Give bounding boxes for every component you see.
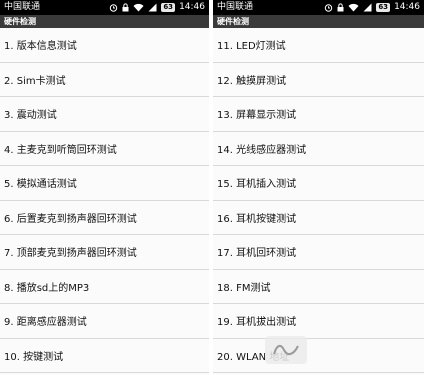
watermark-logo [265, 336, 307, 364]
list-item-headset-insert[interactable]: 15. 耳机插入测试 [213, 166, 424, 201]
status-bar: 中国联通 63 14:46 [0, 0, 209, 15]
list-item-label: 17. 耳机回环测试 [217, 248, 297, 260]
list-item-label: 13. 屏幕显示测试 [217, 110, 297, 122]
status-clock: 14:46 [179, 2, 205, 12]
list-item-label: 14. 光线感应器测试 [217, 144, 307, 156]
page-title: 硬件检测 [0, 15, 209, 28]
list-item-headset-loop[interactable]: 17. 耳机回环测试 [213, 235, 424, 270]
list-item-sim-card[interactable]: 2. Sim卡测试 [0, 63, 209, 97]
list-item-label: 1. 版本信息测试 [4, 41, 77, 53]
list-item-label: 6. 后置麦克到扬声器回环测试 [4, 213, 137, 225]
list-item-label: 12. 触摸屏测试 [217, 75, 287, 87]
list-item-headset-key[interactable]: 16. 耳机按键测试 [213, 201, 424, 235]
list-item-label: 8. 播放sd上的MP3 [4, 282, 90, 294]
list-item-headset-remove[interactable]: 19. 耳机拔出测试 [213, 304, 424, 339]
list-item-label: 19. 耳机拔出测试 [217, 317, 297, 329]
wifi-icon [348, 3, 359, 12]
list-item-label: 2. Sim卡测试 [4, 75, 66, 87]
list-item-play-sd-mp3[interactable]: 8. 播放sd上的MP3 [0, 270, 209, 304]
list-item-label: 11. LED灯测试 [217, 41, 286, 53]
phone-screen-right: 中国联通 63 14:46 硬件检测 11. LED灯测试 12. 触摸屏测试 … [213, 0, 424, 375]
list-item-label: 7. 顶部麦克到扬声器回环测试 [4, 248, 137, 260]
carrier-label: 中国联通 [4, 2, 41, 12]
lock-icon [122, 3, 129, 12]
list-item-version-info[interactable]: 1. 版本信息测试 [0, 28, 209, 63]
list-item-key-test[interactable]: 10. 按键测试 [0, 339, 209, 373]
status-clock: 14:46 [394, 2, 420, 12]
list-item-label: 5. 模拟通话测试 [4, 179, 77, 191]
list-item-label: 16. 耳机按键测试 [217, 213, 297, 225]
list-item-vibration[interactable]: 3. 震动测试 [0, 97, 209, 132]
battery-level: 63 [161, 3, 176, 12]
alarm-clock-icon [109, 3, 118, 12]
lock-icon [337, 3, 344, 12]
list-item-fm[interactable]: 18. FM测试 [213, 270, 424, 304]
list-item-simulated-call[interactable]: 5. 模拟通话测试 [0, 166, 209, 201]
alarm-clock-icon [324, 3, 333, 12]
carrier-label: 中国联通 [217, 2, 254, 12]
list-item-top-mic-speaker-loop[interactable]: 7. 顶部麦克到扬声器回环测试 [0, 235, 209, 270]
status-bar: 中国联通 63 14:46 [213, 0, 424, 15]
list-item-wlan-address[interactable]: 20. WLAN 地址 [213, 339, 424, 373]
list-item-screen-display[interactable]: 13. 屏幕显示测试 [213, 97, 424, 132]
test-list: 11. LED灯测试 12. 触摸屏测试 13. 屏幕显示测试 14. 光线感应… [213, 28, 424, 373]
list-item-label: 15. 耳机插入测试 [217, 179, 297, 191]
list-item-label: 18. FM测试 [217, 282, 271, 294]
list-item-label: 10. 按键测试 [4, 351, 64, 363]
list-item-light-sensor[interactable]: 14. 光线感应器测试 [213, 132, 424, 166]
wifi-icon [133, 3, 144, 12]
signal-icon [363, 3, 372, 12]
battery-level: 63 [376, 3, 391, 12]
list-item-main-mic-receiver-loop[interactable]: 4. 主麦克到听筒回环测试 [0, 132, 209, 166]
signal-icon [148, 3, 157, 12]
page-title: 硬件检测 [213, 15, 424, 28]
test-list: 1. 版本信息测试 2. Sim卡测试 3. 震动测试 4. 主麦克到听筒回环测… [0, 28, 209, 373]
list-item-label: 9. 距离感应器测试 [4, 317, 87, 329]
list-item-label: 3. 震动测试 [4, 110, 57, 122]
list-item-led[interactable]: 11. LED灯测试 [213, 28, 424, 63]
list-item-rear-mic-speaker-loop[interactable]: 6. 后置麦克到扬声器回环测试 [0, 201, 209, 235]
phone-screen-left: 中国联通 63 14:46 硬件检测 1. 版本信息测试 2. Sim卡测试 3… [0, 0, 209, 375]
list-item-proximity-sensor[interactable]: 9. 距离感应器测试 [0, 304, 209, 339]
list-item-touchscreen[interactable]: 12. 触摸屏测试 [213, 63, 424, 97]
list-item-label: 4. 主麦克到听筒回环测试 [4, 144, 117, 156]
